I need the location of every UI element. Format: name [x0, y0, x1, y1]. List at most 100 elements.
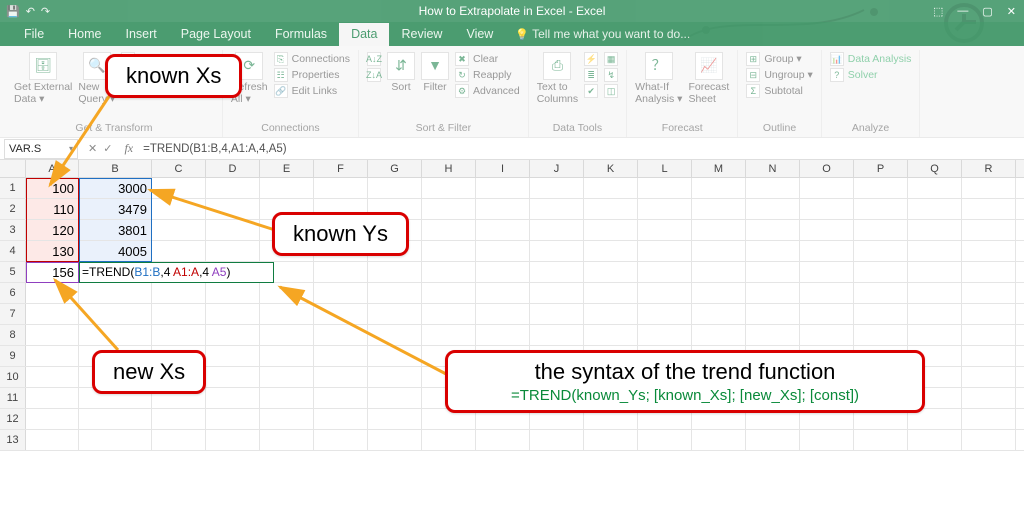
- cell-Q4[interactable]: [908, 241, 962, 261]
- cell-M8[interactable]: [692, 325, 746, 345]
- cell-A8[interactable]: [26, 325, 79, 345]
- cell-F13[interactable]: [314, 430, 368, 450]
- cell-N3[interactable]: [746, 220, 800, 240]
- cell-P6[interactable]: [854, 283, 908, 303]
- cell-Q2[interactable]: [908, 199, 962, 219]
- cell-K8[interactable]: [584, 325, 638, 345]
- row-header-12[interactable]: 12: [0, 409, 26, 429]
- col-header-O[interactable]: O: [800, 160, 854, 177]
- cell-H6[interactable]: [422, 283, 476, 303]
- cell-D9[interactable]: [206, 346, 260, 366]
- cell-F1[interactable]: [314, 178, 368, 198]
- cell-C6[interactable]: [152, 283, 206, 303]
- cell-M3[interactable]: [692, 220, 746, 240]
- cell-C1[interactable]: [152, 178, 206, 198]
- name-box[interactable]: VAR.S▾: [4, 139, 78, 159]
- cell-G13[interactable]: [368, 430, 422, 450]
- cell-I3[interactable]: [476, 220, 530, 240]
- cell-E9[interactable]: [260, 346, 314, 366]
- cell-M1[interactable]: [692, 178, 746, 198]
- cell-J3[interactable]: [530, 220, 584, 240]
- subtotal-button[interactable]: ΣSubtotal: [746, 84, 812, 98]
- data-model-button[interactable]: ◫: [604, 84, 618, 98]
- cell-F6[interactable]: [314, 283, 368, 303]
- cell-R6[interactable]: [962, 283, 1016, 303]
- cell-P1[interactable]: [854, 178, 908, 198]
- col-header-C[interactable]: C: [152, 160, 206, 177]
- cell-L2[interactable]: [638, 199, 692, 219]
- cell-N5[interactable]: [746, 262, 800, 282]
- cell-Q5[interactable]: [908, 262, 962, 282]
- col-header-N[interactable]: N: [746, 160, 800, 177]
- sort-button[interactable]: ⇵Sort: [387, 52, 415, 94]
- formula-bar[interactable]: =TREND(B1:B,4,A1:A,4,A5): [139, 143, 1024, 155]
- cell-O13[interactable]: [800, 430, 854, 450]
- cell-L8[interactable]: [638, 325, 692, 345]
- group-button[interactable]: ⊞Group ▾: [746, 52, 812, 66]
- cell-M5[interactable]: [692, 262, 746, 282]
- cell-G5[interactable]: [368, 262, 422, 282]
- cell-C12[interactable]: [152, 409, 206, 429]
- cancel-formula-button[interactable]: ✕: [88, 142, 97, 155]
- cell-N13[interactable]: [746, 430, 800, 450]
- cell-L6[interactable]: [638, 283, 692, 303]
- connections-button[interactable]: ⎘Connections: [274, 52, 350, 66]
- cell-B13[interactable]: [79, 430, 152, 450]
- col-header-Q[interactable]: Q: [908, 160, 962, 177]
- cell-C8[interactable]: [152, 325, 206, 345]
- save-icon[interactable]: 💾: [6, 5, 20, 18]
- enter-formula-button[interactable]: ✓: [103, 142, 112, 155]
- quick-access-toolbar[interactable]: 💾 ↶ ↷: [6, 5, 50, 18]
- cell-O7[interactable]: [800, 304, 854, 324]
- cell-B12[interactable]: [79, 409, 152, 429]
- cell-K13[interactable]: [584, 430, 638, 450]
- cell-edit-inplace[interactable]: =TREND(B1:B,4 A1:A,4 A5): [79, 262, 274, 283]
- cell-H8[interactable]: [422, 325, 476, 345]
- row-header-6[interactable]: 6: [0, 283, 26, 303]
- cell-E1[interactable]: [260, 178, 314, 198]
- cell-D8[interactable]: [206, 325, 260, 345]
- col-header-P[interactable]: P: [854, 160, 908, 177]
- cell-R12[interactable]: [962, 409, 1016, 429]
- cell-R4[interactable]: [962, 241, 1016, 261]
- cell-F5[interactable]: [314, 262, 368, 282]
- col-header-M[interactable]: M: [692, 160, 746, 177]
- cell-H7[interactable]: [422, 304, 476, 324]
- cell-K5[interactable]: [584, 262, 638, 282]
- cell-E12[interactable]: [260, 409, 314, 429]
- cell-J4[interactable]: [530, 241, 584, 261]
- cell-B7[interactable]: [79, 304, 152, 324]
- cell-Q8[interactable]: [908, 325, 962, 345]
- cell-Q3[interactable]: [908, 220, 962, 240]
- cell-B6[interactable]: [79, 283, 152, 303]
- cell-C4[interactable]: [152, 241, 206, 261]
- row-header-8[interactable]: 8: [0, 325, 26, 345]
- cell-N4[interactable]: [746, 241, 800, 261]
- tab-file[interactable]: File: [12, 23, 56, 46]
- cell-C13[interactable]: [152, 430, 206, 450]
- tell-me-search[interactable]: Tell me what you want to do...: [505, 23, 700, 46]
- cell-F9[interactable]: [314, 346, 368, 366]
- cell-P7[interactable]: [854, 304, 908, 324]
- cell-A6[interactable]: [26, 283, 79, 303]
- relationships-button[interactable]: ↯: [604, 68, 618, 82]
- cell-J7[interactable]: [530, 304, 584, 324]
- col-header-F[interactable]: F: [314, 160, 368, 177]
- cell-I1[interactable]: [476, 178, 530, 198]
- insert-function-button[interactable]: fx: [118, 141, 139, 156]
- cell-J8[interactable]: [530, 325, 584, 345]
- cell-B1[interactable]: 3000: [79, 178, 152, 198]
- properties-button[interactable]: ☷Properties: [274, 68, 350, 82]
- cell-Q7[interactable]: [908, 304, 962, 324]
- cell-O8[interactable]: [800, 325, 854, 345]
- cell-D4[interactable]: [206, 241, 260, 261]
- maximize-icon[interactable]: ▢: [982, 5, 992, 18]
- col-header-E[interactable]: E: [260, 160, 314, 177]
- col-header-D[interactable]: D: [206, 160, 260, 177]
- tab-data[interactable]: Data: [339, 23, 389, 46]
- cell-A9[interactable]: [26, 346, 79, 366]
- cell-K4[interactable]: [584, 241, 638, 261]
- cell-B3[interactable]: 3801: [79, 220, 152, 240]
- cell-D10[interactable]: [206, 367, 260, 387]
- cell-R3[interactable]: [962, 220, 1016, 240]
